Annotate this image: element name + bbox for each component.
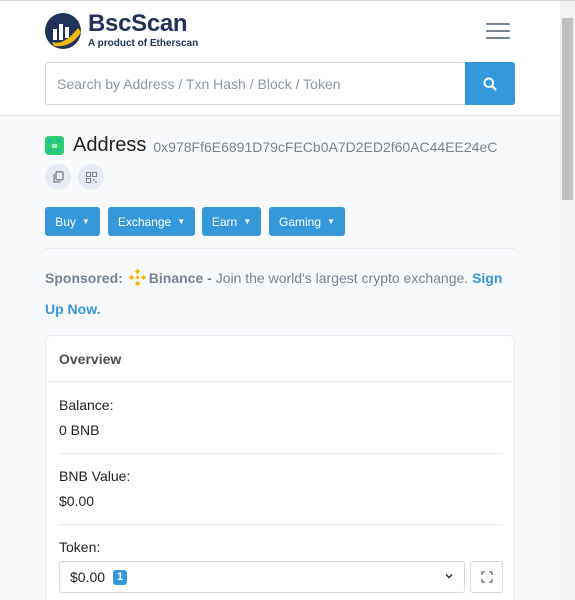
sponsor-text: Join the world's largest crypto exchange… xyxy=(215,270,469,286)
balance-label: Balance: xyxy=(59,397,114,413)
expand-token-view-button[interactable] xyxy=(470,561,503,593)
address-avatar xyxy=(45,135,64,155)
overview-card-header: Overview xyxy=(46,336,514,382)
copy-address-button[interactable] xyxy=(45,164,71,190)
bnb-value: $0.00 xyxy=(59,493,95,509)
field-divider xyxy=(59,453,503,454)
sponsor-brand[interactable]: Binance - xyxy=(149,270,212,286)
bscscan-logo-icon xyxy=(44,12,82,50)
scrollbar-thumb[interactable] xyxy=(562,18,573,200)
exchange-dropdown-button[interactable]: Exchange ▼ xyxy=(108,207,195,236)
field-divider xyxy=(59,524,503,525)
bscscan-logo[interactable]: BscScan A product of Etherscan xyxy=(44,11,198,51)
chevron-down-icon: ▼ xyxy=(177,217,186,226)
chevron-down-icon xyxy=(445,574,453,579)
logo-tagline: A product of Etherscan xyxy=(88,38,199,49)
overview-title: Overview xyxy=(59,350,122,367)
qr-code-button[interactable] xyxy=(78,164,104,190)
search-bar xyxy=(45,62,515,105)
sponsored-banner: Sponsored: Binance - Join the world's la… xyxy=(45,263,515,325)
exchange-label: Exchange xyxy=(117,214,172,229)
gaming-dropdown-button[interactable]: Gaming ▼ xyxy=(269,207,345,236)
search-input[interactable] xyxy=(45,62,465,105)
balance-value: 0 BNB xyxy=(59,422,100,438)
address-heading: Address 0x978Ff6E6891D79cFECb0A7D2ED2f60… xyxy=(45,133,497,157)
binance-logo-icon[interactable] xyxy=(128,269,146,286)
token-holdings-dropdown[interactable]: $0.00 1 xyxy=(59,561,465,593)
overview-card: Overview Balance: 0 BNB BNB Value: $0.00… xyxy=(45,335,515,600)
chevron-down-icon: ▼ xyxy=(243,217,252,226)
bnb-value-label: BNB Value: xyxy=(59,468,131,484)
search-icon xyxy=(483,77,497,91)
address-hash: 0x978Ff6E6891D79cFECb0A7D2ED2f60AC44EE24… xyxy=(153,138,498,155)
logo-name: BscScan xyxy=(88,10,188,37)
expand-icon xyxy=(480,571,493,583)
chevron-down-icon: ▼ xyxy=(81,217,90,226)
token-value: $0.00 xyxy=(70,569,106,585)
sponsored-prefix: Sponsored: xyxy=(45,270,123,286)
buy-label: Buy xyxy=(55,214,76,229)
earn-dropdown-button[interactable]: Earn ▼ xyxy=(202,207,261,236)
token-label: Token: xyxy=(59,539,101,555)
earn-label: Earn xyxy=(211,214,238,229)
hamburger-menu-icon[interactable] xyxy=(486,23,510,41)
chevron-down-icon: ▼ xyxy=(327,217,335,226)
search-button[interactable] xyxy=(465,62,515,105)
token-count-badge: 1 xyxy=(113,569,128,585)
address-title: Address xyxy=(73,133,147,156)
copy-icon xyxy=(52,171,64,183)
site-header: BscScan A product of Etherscan xyxy=(0,1,560,116)
buy-dropdown-button[interactable]: Buy ▼ xyxy=(45,207,100,236)
gaming-label: Gaming xyxy=(279,214,322,229)
section-divider xyxy=(45,248,515,249)
qr-code-icon xyxy=(85,171,97,183)
